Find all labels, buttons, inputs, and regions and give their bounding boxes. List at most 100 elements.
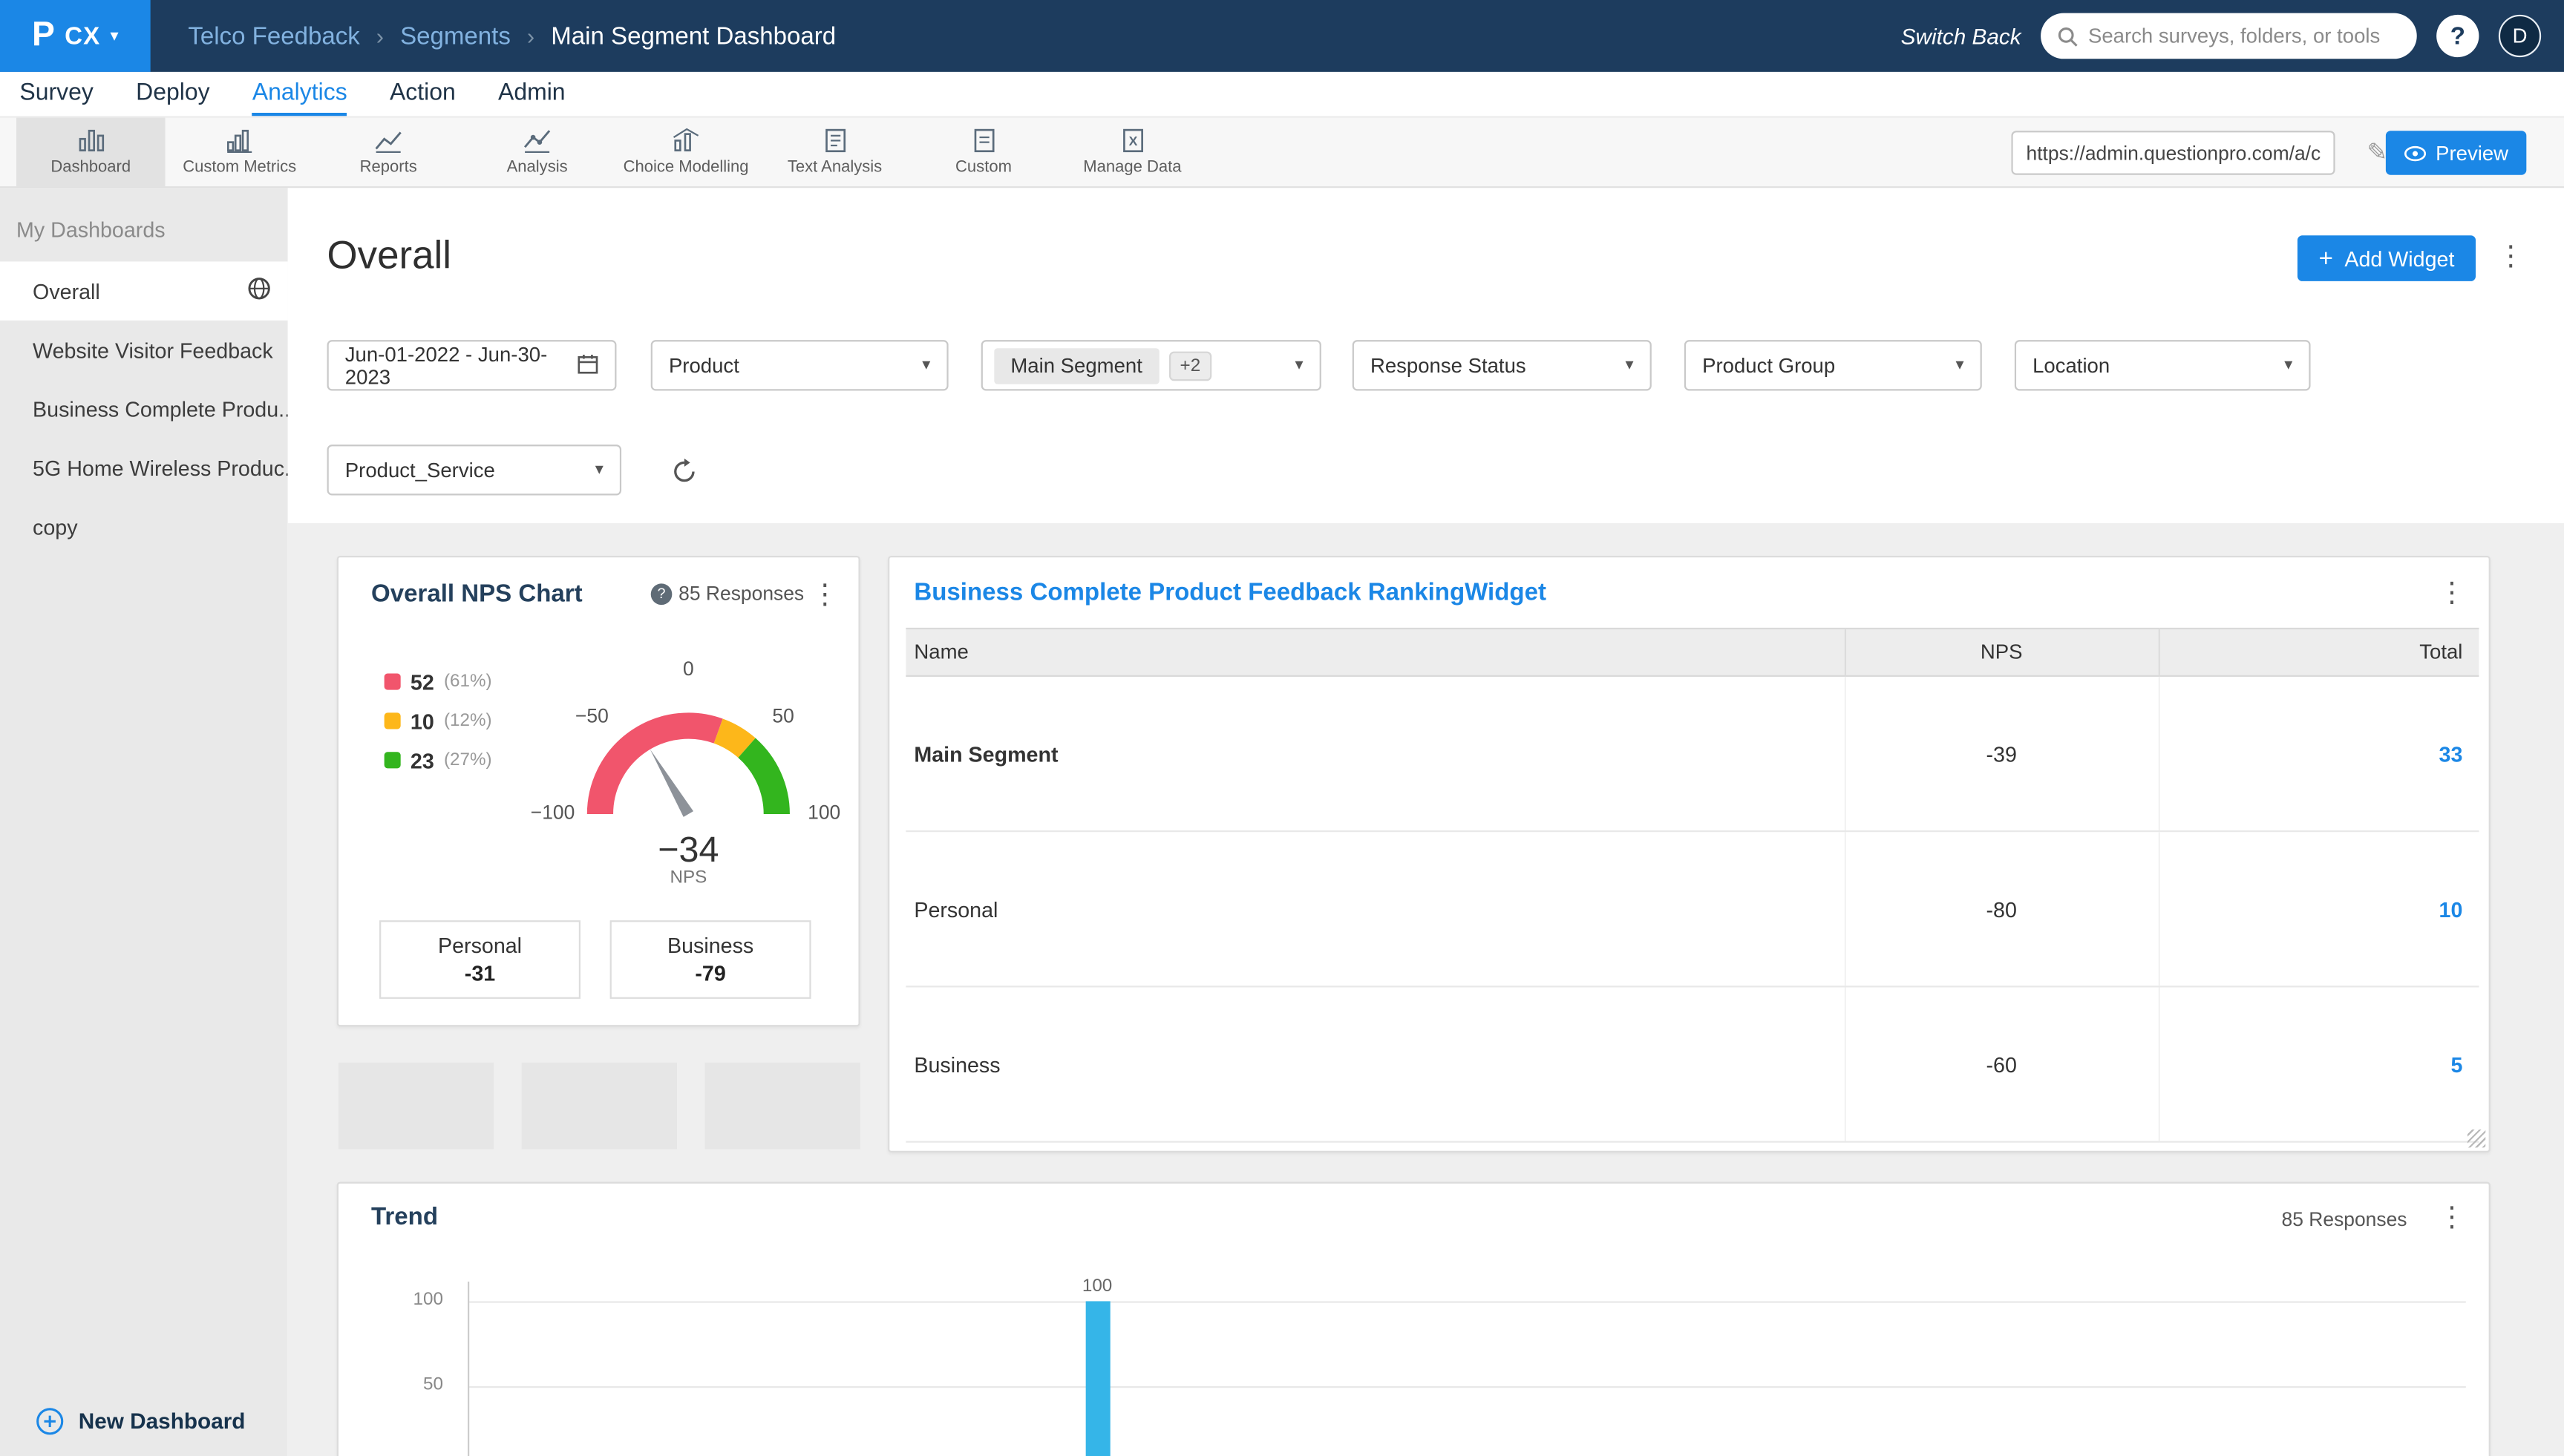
eye-icon — [2403, 145, 2426, 161]
toolbar-item-analysis[interactable]: Analysis — [462, 118, 611, 187]
widget-title: Trend — [371, 1203, 438, 1230]
global-search[interactable] — [2041, 13, 2417, 59]
topbar-right: Switch Back ? D — [1901, 13, 2564, 59]
column-header-name[interactable]: Name — [906, 629, 1844, 676]
spreadsheet-icon: X — [1119, 128, 1145, 154]
column-header-total[interactable]: Total — [2159, 629, 2479, 676]
gauge-tick-0: 0 — [655, 658, 721, 681]
breadcrumb-segments-link[interactable]: Segments — [400, 22, 511, 50]
tab-deploy[interactable]: Deploy — [136, 72, 209, 116]
widget-placeholder — [339, 1063, 494, 1150]
tab-admin[interactable]: Admin — [498, 72, 566, 116]
table-row[interactable]: Business -60 5 — [906, 986, 2479, 1141]
gauge-tick-neg100: −100 — [520, 801, 585, 824]
widget-menu-icon[interactable]: ⋮ — [2438, 1203, 2465, 1230]
legend-promoters: 23 (27%) — [385, 741, 492, 780]
legend-detractors: 52 (61%) — [385, 662, 492, 701]
switch-back-link[interactable]: Switch Back — [1901, 24, 2021, 48]
widget-placeholder — [522, 1063, 677, 1150]
caret-down-icon: ▾ — [595, 461, 604, 479]
caret-down-icon: ▾ — [1295, 356, 1304, 374]
ranking-widget: Business Complete Product Feedback Ranki… — [888, 556, 2491, 1152]
line-chart-icon — [373, 128, 403, 154]
product-filter[interactable]: Product ▾ — [651, 340, 949, 390]
topbar: P CX ▾ Telco Feedback › Segments › Main … — [0, 0, 2564, 72]
location-filter[interactable]: Location ▾ — [2015, 340, 2311, 390]
sidebar-item-business-complete-product[interactable]: Business Complete Produ... — [0, 379, 288, 438]
product-service-filter[interactable]: Product_Service ▾ — [327, 445, 622, 495]
promoter-swatch — [385, 752, 401, 768]
sidebar-item-website-visitor-feedback[interactable]: Website Visitor Feedback — [0, 321, 288, 379]
trend-bar[interactable] — [1086, 1301, 1111, 1456]
table-row[interactable]: Main Segment -39 33 — [906, 676, 2479, 831]
new-dashboard-button[interactable]: New Dashboard — [0, 1385, 288, 1456]
search-icon — [2057, 25, 2079, 47]
widget-menu-icon[interactable]: ⋮ — [811, 580, 839, 608]
gauge-tick-100: 100 — [791, 801, 857, 824]
main-content: Overall + Add Widget ⋮ Jun-01-2022 - Jun… — [288, 188, 2564, 1456]
date-range-filter[interactable]: Jun-01-2022 - Jun-30-2023 — [327, 340, 617, 390]
gauge-tick-50: 50 — [750, 704, 816, 727]
chevron-right-icon: › — [527, 23, 534, 49]
avatar[interactable]: D — [2499, 15, 2541, 57]
analytics-toolbar: Dashboard Custom Metrics Reports — [0, 116, 2564, 188]
toolbar-item-dashboard[interactable]: Dashboard — [16, 118, 165, 187]
responses-count: 85 Responses — [2282, 1208, 2407, 1231]
dashboards-sidebar: My Dashboards Overall Website Visitor Fe… — [0, 188, 288, 1456]
segment-filter[interactable]: Main Segment +2 ▾ — [981, 340, 1321, 390]
edit-url-icon[interactable]: ✎ — [2367, 137, 2387, 167]
legend-passives: 10 (12%) — [385, 701, 492, 741]
toolbar-item-custom[interactable]: Custom — [909, 118, 1058, 187]
tab-action[interactable]: Action — [390, 72, 456, 116]
search-input[interactable] — [2088, 24, 2401, 47]
widget-placeholder — [704, 1063, 860, 1150]
caret-down-icon: ▾ — [922, 356, 930, 374]
sidebar-item-overall[interactable]: Overall — [0, 261, 288, 320]
toolbar-item-custom-metrics[interactable]: Custom Metrics — [165, 118, 313, 187]
caret-down-icon: ▾ — [1955, 356, 1963, 374]
caret-down-icon: ▾ — [1626, 356, 1634, 374]
refresh-icon[interactable] — [670, 458, 698, 493]
y-tick-100: 100 — [378, 1290, 443, 1309]
breadcrumb-survey-link[interactable]: Telco Feedback — [188, 22, 359, 50]
toolbar-item-text-analysis[interactable]: Text Analysis — [760, 118, 909, 187]
primary-nav: Survey Deploy Analytics Action Admin — [0, 72, 2564, 116]
add-widget-button[interactable]: + Add Widget — [2298, 235, 2476, 281]
response-status-filter[interactable]: Response Status ▾ — [1353, 340, 1652, 390]
dashboard-url-field[interactable] — [2011, 131, 2335, 174]
resize-handle[interactable] — [2467, 1129, 2485, 1147]
column-header-nps[interactable]: NPS — [1845, 629, 2159, 676]
url-input[interactable] — [2026, 142, 2321, 165]
product-switcher[interactable]: P CX ▾ — [0, 0, 151, 72]
sidebar-item-5g-home-wireless[interactable]: 5G Home Wireless Produc... — [0, 438, 288, 496]
preview-button[interactable]: Preview — [2385, 131, 2526, 174]
caret-down-icon: ▾ — [110, 27, 118, 45]
metrics-icon — [225, 128, 255, 154]
product-group-filter[interactable]: Product Group ▾ — [1684, 340, 1982, 390]
y-axis-line — [468, 1282, 469, 1456]
question-mark-icon[interactable]: ? — [651, 583, 673, 604]
questionpro-cx-app: P CX ▾ Telco Feedback › Segments › Main … — [0, 0, 2564, 1456]
help-button[interactable]: ? — [2436, 15, 2479, 57]
sidebar-item-copy[interactable]: copy — [0, 497, 288, 556]
widget-canvas: Overall NPS Chart ? 85 Responses ⋮ 52 (6… — [288, 523, 2564, 1456]
table-header-row: Name NPS Total — [906, 629, 2479, 676]
widget-menu-icon[interactable]: ⋮ — [2438, 579, 2465, 606]
segment-chip: Main Segment — [994, 347, 1159, 383]
caret-down-icon: ▾ — [2284, 356, 2292, 374]
table-row[interactable]: Personal -80 10 — [906, 831, 2479, 986]
plus-icon: + — [2319, 244, 2333, 272]
gauge-tick-neg50: −50 — [559, 704, 624, 727]
plus-circle-icon — [36, 1407, 63, 1434]
trend-widget: Trend 85 Responses ⋮ 100 50 0 100 — [337, 1182, 2491, 1456]
product-label: CX — [65, 22, 100, 50]
toolbar-item-choice-modelling[interactable]: Choice Modelling — [612, 118, 760, 187]
page-menu-icon[interactable]: ⋮ — [2497, 242, 2525, 269]
tab-analytics[interactable]: Analytics — [252, 72, 347, 116]
tab-survey[interactable]: Survey — [19, 72, 93, 116]
toolbar-item-reports[interactable]: Reports — [314, 118, 462, 187]
widget-title: Overall NPS Chart — [371, 580, 583, 608]
widget-title: Business Complete Product Feedback Ranki… — [914, 579, 1546, 606]
toolbar-item-manage-data[interactable]: X Manage Data — [1058, 118, 1206, 187]
sidebar-title: My Dashboards — [0, 188, 288, 261]
